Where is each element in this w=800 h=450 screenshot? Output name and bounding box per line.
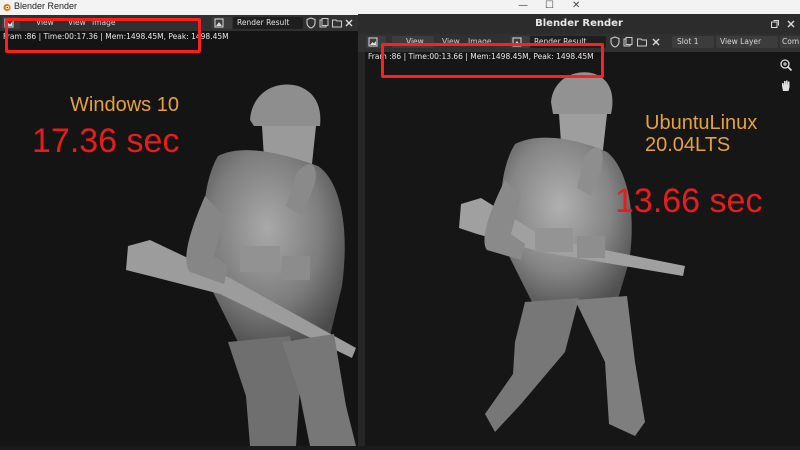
slot-label: Slot 1 [677, 37, 699, 46]
duplicate-image-icon[interactable] [622, 36, 634, 48]
duplicate-image-icon[interactable] [318, 17, 330, 29]
pan-hand-icon[interactable] [779, 78, 793, 92]
open-folder-icon[interactable] [331, 17, 343, 29]
right-os-label-line2: 20.04LTS [645, 134, 731, 156]
image-name-field[interactable]: Render Result [233, 17, 303, 29]
right-render-time-label: 13.66 sec [615, 182, 763, 220]
zoom-icon[interactable] [779, 58, 793, 72]
minimize-button[interactable]: — [518, 0, 528, 11]
right-window-os-controls-bar: — ☐ ✕ [358, 0, 800, 14]
left-render-viewport[interactable] [0, 46, 358, 446]
left-os-label: Windows 10 [70, 94, 179, 116]
left-highlight-box [5, 18, 201, 53]
open-folder-icon[interactable] [636, 36, 648, 48]
close-button[interactable]: ✕ [572, 0, 580, 11]
fake-user-shield-icon[interactable] [609, 36, 621, 48]
left-render-time-label: 17.36 sec [32, 122, 180, 160]
composite-pass-dropdown[interactable]: Com [780, 36, 800, 48]
right-window-title: Blender Render [535, 18, 623, 29]
blender-logo-icon [3, 3, 11, 12]
fake-user-shield-icon[interactable] [305, 17, 317, 29]
view-layer-label: View Layer [720, 37, 762, 46]
right-toolbar-strip [358, 52, 365, 446]
view-layer-dropdown[interactable]: View Layer [716, 36, 778, 48]
maximize-button[interactable]: ☐ [545, 0, 554, 11]
unlink-close-icon[interactable] [650, 36, 662, 48]
left-soldier-render-image [126, 84, 356, 446]
right-highlight-box [381, 43, 604, 78]
right-viewport-nav-tools [776, 56, 796, 96]
unlink-close-icon[interactable] [343, 17, 355, 29]
left-window-titlebar[interactable]: Blender Render [0, 0, 358, 15]
restore-window-icon[interactable] [770, 19, 780, 29]
right-window-titlebar[interactable]: Blender Render [358, 14, 800, 34]
left-window-title: Blender Render [14, 1, 78, 11]
browse-image-button[interactable] [212, 17, 232, 29]
image-editor-icon [368, 37, 378, 47]
window-close-icon[interactable] [786, 19, 796, 29]
image-browse-icon [214, 18, 224, 28]
composite-label: Com [782, 37, 800, 46]
slot-dropdown[interactable]: Slot 1 [672, 36, 714, 48]
right-os-label-line1: UbuntuLinux [645, 112, 758, 134]
